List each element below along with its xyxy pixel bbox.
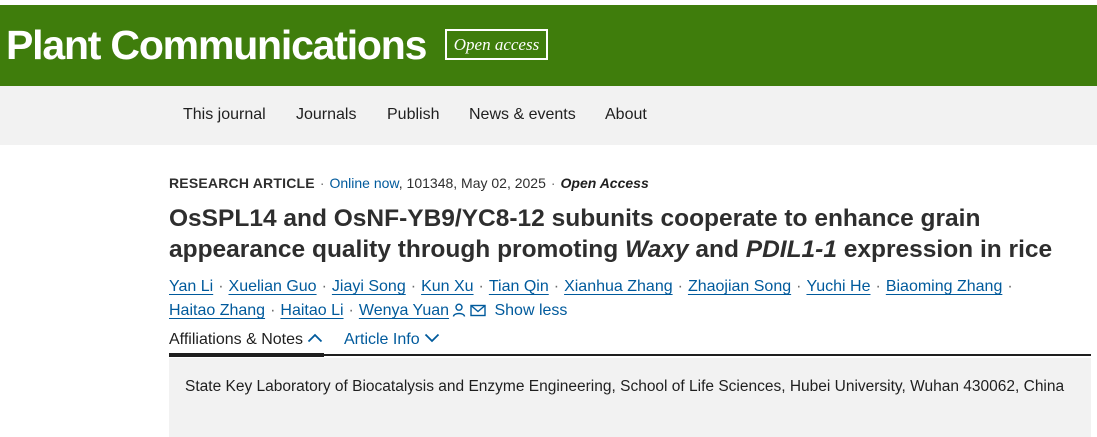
article-citation: , 101348, May 02, 2025 [398, 175, 546, 191]
title-text: expression in rice [836, 236, 1053, 263]
title-gene-pdil: PDIL1-1 [745, 236, 837, 263]
meta-separator: · [319, 175, 325, 191]
author-separator: · [321, 278, 327, 295]
article-tabs: Affiliations & Notes Article Info [169, 330, 1091, 357]
tab-affiliations-notes[interactable]: Affiliations & Notes [169, 330, 324, 357]
chevron-down-icon [424, 333, 439, 343]
title-gene-waxy: Waxy [625, 236, 689, 263]
author-separator: · [218, 278, 224, 295]
person-icon[interactable] [452, 303, 466, 317]
affiliation-text: State Key Laboratory of Biocatalysis and… [185, 378, 1065, 395]
affiliations-panel: State Key Laboratory of Biocatalysis and… [169, 358, 1091, 437]
article-type: RESEARCH ARTICLE [169, 175, 315, 191]
tab-label: Article Info [344, 331, 420, 348]
tab-label: Affiliations & Notes [169, 331, 303, 348]
author-link[interactable]: Jiayi Song [332, 278, 406, 295]
article-title: OsSPL14 and OsNF-YB9/YC8-12 subunits coo… [169, 203, 1089, 265]
author-link[interactable]: Xuelian Guo [229, 278, 317, 295]
author-separator: · [410, 278, 417, 295]
author-list: Yan Li · Xuelian Guo · Jiayi Song · Kun Xu · Tia… [169, 275, 1089, 325]
author-separator: · [270, 302, 276, 319]
author-link[interactable]: Yan Li [169, 278, 213, 295]
nav-item-publish[interactable]: Publish [387, 105, 439, 125]
author-link[interactable]: Haitao Li [280, 302, 343, 319]
author-link[interactable]: Kun Xu [421, 278, 473, 295]
author-link[interactable]: Yuchi He [806, 278, 870, 295]
author-separator: · [478, 278, 484, 295]
main-nav: This journal Journals Publish News & eve… [0, 86, 1097, 145]
chevron-up-icon [307, 333, 323, 343]
nav-item-about[interactable]: About [605, 105, 647, 125]
author-link[interactable]: Zhaojian Song [688, 278, 791, 295]
open-access-label: Open Access [560, 175, 649, 191]
journal-header: Plant Communications Open access [0, 5, 1097, 86]
journal-logo[interactable]: Plant Communications [6, 22, 427, 68]
nav-item-journals[interactable]: Journals [296, 105, 356, 125]
author-link[interactable]: Haitao Zhang [169, 302, 265, 319]
author-link[interactable]: Wenya Yuan [359, 302, 449, 319]
author-separator: · [677, 278, 683, 295]
nav-item-this-journal[interactable]: This journal [183, 105, 266, 125]
author-separator: · [348, 302, 354, 319]
tab-article-info[interactable]: Article Info [344, 330, 440, 354]
meta-separator: · [550, 175, 556, 191]
author-link[interactable]: Tian Qin [489, 278, 549, 295]
author-link[interactable]: Biaoming Zhang [886, 278, 1003, 295]
corresponding-author-icons [452, 301, 487, 325]
author-separator: · [553, 278, 560, 295]
author-separator: · [875, 278, 881, 295]
title-text: and [688, 236, 746, 263]
author-separator: · [1007, 278, 1013, 295]
envelope-icon[interactable] [470, 304, 487, 317]
online-now-link[interactable]: Online now [329, 175, 398, 191]
author-separator: · [796, 278, 802, 295]
nav-item-news-events[interactable]: News & events [469, 105, 576, 125]
author-link[interactable]: Xianhua Zhang [564, 278, 673, 295]
show-less-button[interactable]: Show less [494, 302, 567, 319]
open-access-badge: Open access [445, 29, 548, 60]
article-meta: RESEARCH ARTICLE · Online now, 101348, May… [169, 174, 649, 192]
